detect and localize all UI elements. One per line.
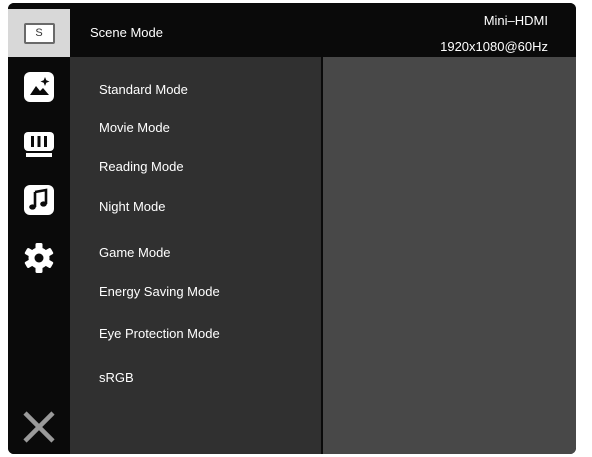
scene-mode-icon: S (23, 22, 55, 44)
audio-icon (24, 185, 54, 215)
menu-item-srgb[interactable]: sRGB (99, 370, 134, 385)
menu-item-game-mode[interactable]: Game Mode (99, 245, 171, 260)
menu-item-reading-mode[interactable]: Reading Mode (99, 159, 184, 174)
sidebar-item-audio[interactable] (8, 176, 70, 224)
menu-item-movie-mode[interactable]: Movie Mode (99, 120, 170, 135)
menu-item-night-mode[interactable]: Night Mode (99, 199, 165, 214)
input-source-label: Mini–HDMI (483, 13, 548, 28)
page-title: Scene Mode (90, 25, 163, 40)
osd-header: Scene Mode Mini–HDMI 1920x1080@60Hz (70, 3, 576, 57)
sidebar-item-display[interactable] (8, 120, 70, 168)
sidebar-item-scene-mode[interactable]: S (8, 9, 70, 57)
resolution-label: 1920x1080@60Hz (440, 39, 548, 54)
osd-window: S Scene Mode Mini–HDMI 1920x1080@60Hz St… (8, 3, 576, 454)
menu-item-energy-saving-mode[interactable]: Energy Saving Mode (99, 284, 220, 299)
submenu-panel (323, 57, 576, 454)
sidebar-item-settings[interactable] (8, 234, 70, 282)
sidebar-item-exit[interactable] (8, 403, 70, 451)
picture-icon (24, 72, 54, 102)
scene-mode-icon-letter: S (35, 27, 43, 39)
sidebar: S (8, 3, 70, 454)
scene-mode-menu: Standard Mode Movie Mode Reading Mode Ni… (70, 57, 321, 454)
close-icon (23, 411, 55, 443)
menu-item-eye-protection-mode[interactable]: Eye Protection Mode (99, 326, 220, 341)
menu-item-standard-mode[interactable]: Standard Mode (99, 82, 188, 97)
settings-gear-icon (24, 243, 54, 273)
sidebar-item-picture[interactable] (8, 63, 70, 111)
display-settings-icon (24, 132, 54, 157)
